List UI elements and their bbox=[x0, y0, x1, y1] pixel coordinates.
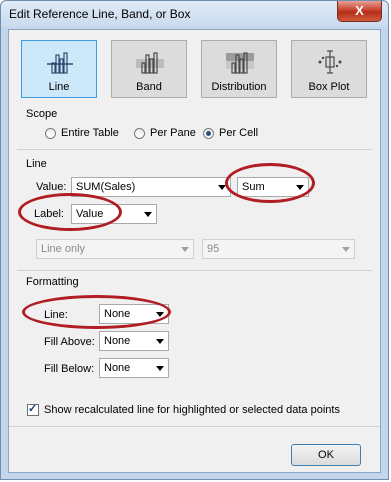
radio-circle-selected bbox=[203, 127, 214, 139]
separator bbox=[9, 426, 380, 427]
type-band-button[interactable]: Band bbox=[111, 40, 187, 98]
type-boxplot-button[interactable]: Box Plot bbox=[291, 40, 367, 98]
label-select-text: Value bbox=[76, 208, 104, 220]
chevron-down-icon bbox=[156, 339, 164, 344]
scope-per-pane-radio[interactable]: Per Pane bbox=[134, 127, 196, 139]
dialog-body: Line Band Distribution Box Plot Scope En… bbox=[8, 29, 381, 473]
box-plot-icon bbox=[318, 50, 342, 74]
radio-circle bbox=[134, 127, 145, 139]
scope-title: Scope bbox=[26, 108, 58, 120]
aggregation-text: Sum bbox=[242, 181, 265, 193]
label-select[interactable]: Value bbox=[71, 204, 157, 224]
chevron-down-icon bbox=[181, 247, 189, 252]
formatting-title: Formatting bbox=[26, 276, 79, 288]
dialog-window: Edit Reference Line, Band, or Box X Line bbox=[0, 0, 389, 480]
fill-above-select[interactable]: None bbox=[99, 331, 169, 351]
ok-button[interactable]: OK bbox=[291, 444, 361, 466]
label-label: Label: bbox=[34, 208, 64, 220]
fill-above-label: Fill Above: bbox=[44, 336, 95, 348]
show-recalculated-checkbox[interactable] bbox=[27, 402, 39, 416]
scope-per-cell-radio[interactable]: Per Cell bbox=[203, 127, 258, 139]
type-boxplot-label: Box Plot bbox=[308, 81, 350, 93]
fill-below-label: Fill Below: bbox=[44, 363, 95, 375]
type-distribution-label: Distribution bbox=[211, 81, 267, 93]
scope-per-cell-label: Per Cell bbox=[219, 127, 259, 139]
percent-select[interactable]: 95 bbox=[202, 239, 355, 259]
line-chart-icon bbox=[47, 52, 73, 74]
type-distribution-button[interactable]: Distribution bbox=[201, 40, 277, 98]
fill-below-text: None bbox=[104, 362, 131, 374]
band-chart-icon bbox=[136, 52, 164, 74]
chevron-down-icon bbox=[296, 185, 304, 190]
separator bbox=[17, 149, 372, 150]
window-title: Edit Reference Line, Band, or Box bbox=[9, 7, 191, 21]
distribution-chart-icon bbox=[226, 52, 254, 74]
chevron-down-icon bbox=[342, 247, 350, 252]
close-button[interactable]: X bbox=[337, 1, 382, 22]
chevron-down-icon bbox=[218, 185, 226, 190]
percent-text: 95 bbox=[207, 243, 220, 255]
format-line-text: None bbox=[104, 308, 131, 320]
scope-entire-table-label: Entire Table bbox=[61, 127, 119, 139]
show-recalculated-label: Show recalculated line for highlighted o… bbox=[44, 404, 340, 416]
chevron-down-icon bbox=[156, 366, 164, 371]
value-field-text: SUM(Sales) bbox=[76, 181, 136, 193]
radio-circle bbox=[45, 127, 56, 139]
aggregation-select[interactable]: Sum bbox=[237, 177, 309, 197]
type-line-label: Line bbox=[48, 81, 70, 93]
chevron-down-icon bbox=[144, 212, 152, 217]
type-band-label: Band bbox=[136, 81, 162, 93]
line-type-text: Line only bbox=[41, 243, 86, 255]
value-field-select[interactable]: SUM(Sales) bbox=[71, 177, 231, 197]
value-label: Value: bbox=[36, 181, 67, 193]
format-line-label: Line: bbox=[44, 309, 68, 321]
scope-per-pane-label: Per Pane bbox=[150, 127, 196, 139]
fill-above-text: None bbox=[104, 335, 131, 347]
fill-below-select[interactable]: None bbox=[99, 358, 169, 378]
separator bbox=[17, 270, 372, 271]
line-section-title: Line bbox=[26, 158, 47, 170]
line-type-select[interactable]: Line only bbox=[36, 239, 194, 259]
format-line-select[interactable]: None bbox=[99, 304, 169, 324]
scope-entire-table-radio[interactable]: Entire Table bbox=[45, 127, 119, 139]
type-line-button[interactable]: Line bbox=[21, 40, 97, 98]
chevron-down-icon bbox=[156, 312, 164, 317]
